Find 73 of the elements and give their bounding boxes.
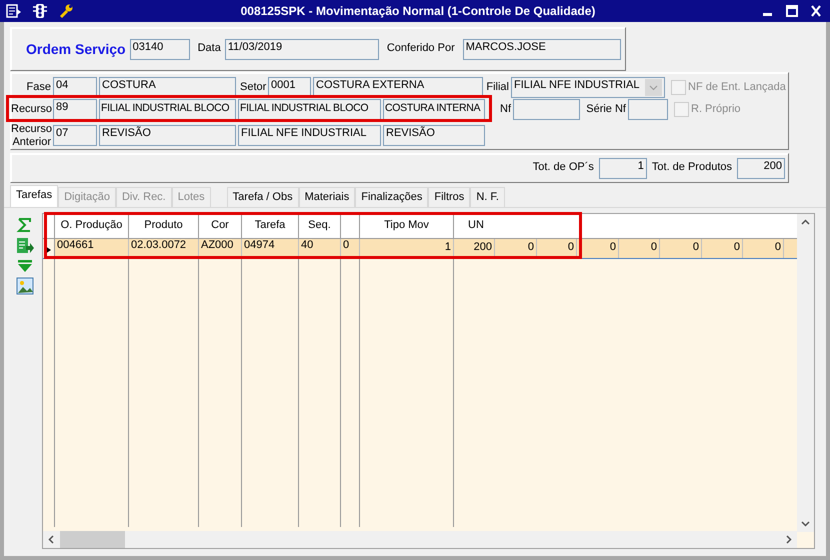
column-header[interactable]: Tipo Mov <box>360 214 454 238</box>
previous-resource-name-field[interactable]: REVISÃO <box>99 125 236 146</box>
column-header[interactable]: Seq. <box>299 214 341 238</box>
sector-label: Setor <box>240 80 266 94</box>
previous-resource-branch-field[interactable]: FILIAL NFE INDUSTRIAL <box>238 125 381 146</box>
table-cell: 0 <box>537 239 577 258</box>
row-pointer-icon <box>45 246 51 254</box>
table-cell: 1 <box>360 239 454 258</box>
ops-total-field[interactable]: 1 <box>598 158 647 178</box>
products-total-field[interactable]: 200 <box>737 158 785 178</box>
resource-branch-field[interactable]: FILIAL INDUSTRIAL BLOCO <box>238 99 381 120</box>
menu-icon[interactable] <box>6 3 22 19</box>
phase-label: Fase <box>26 80 51 94</box>
ops-total-label: Tot. de OP´s <box>532 161 594 175</box>
form-title: Ordem Serviço <box>26 40 126 58</box>
tab[interactable]: Finalizações <box>355 187 428 207</box>
chevron-icon <box>649 84 658 90</box>
resource-sector-field[interactable]: COSTURA INTERNA <box>383 99 485 120</box>
picture-icon[interactable] <box>16 277 34 295</box>
previous-resource-label: Recurso Anterior <box>11 123 51 148</box>
column-header[interactable]: Cor <box>199 214 242 238</box>
traffic-light-icon[interactable] <box>32 3 48 19</box>
column-header[interactable]: Produto <box>129 214 199 238</box>
wrench-icon[interactable] <box>58 3 74 19</box>
table-cell: 0 <box>743 239 784 258</box>
table-cell: 0 <box>341 239 360 258</box>
checked-by-field[interactable]: MARCOS.JOSE <box>462 38 621 60</box>
date-label: Data <box>198 42 221 56</box>
table-cell: 40 <box>299 239 341 258</box>
branch-label: Filial <box>485 80 509 94</box>
table-cell: 02.03.0072 <box>129 239 199 258</box>
previous-resource-sector-field[interactable]: REVISÃO <box>383 125 485 146</box>
down-arrow-icon[interactable] <box>16 259 34 273</box>
nf-series-field[interactable] <box>628 99 668 120</box>
table-cell: 004661 <box>55 239 129 258</box>
previous-resource-code-field[interactable]: 07 <box>53 125 97 146</box>
tab[interactable]: Tarefa / Obs <box>226 187 299 207</box>
scroll-thumb[interactable] <box>60 531 125 548</box>
window-title: 008125SPK - Movimentação Normal (1-Controle De Qualidade) <box>240 4 596 18</box>
table-cell: AZ000 <box>199 239 242 258</box>
tab[interactable]: Materiais <box>298 187 356 207</box>
resource-code-field[interactable]: 89 <box>53 99 97 120</box>
products-total-label: Tot. de Produtos <box>652 161 732 175</box>
nf-series-label: Série Nf <box>585 102 626 116</box>
horizontal-scrollbar[interactable] <box>43 531 797 548</box>
checked-by-label: Conferido Por <box>386 42 455 56</box>
table-cell: 200 <box>454 239 495 258</box>
resource-label: Recurso <box>11 102 51 116</box>
date-field[interactable]: 11/03/2019 <box>224 38 379 60</box>
table-cell: 04974 <box>242 239 299 258</box>
table-cell: 0 <box>660 239 702 258</box>
branch-value: FILIAL NFE INDUSTRIAL <box>514 79 641 93</box>
checkbox-label: NF de Ent. Lançada <box>688 80 786 94</box>
order-field[interactable]: 03140 <box>130 38 190 60</box>
tab[interactable]: N. F. <box>470 187 505 207</box>
column-header[interactable]: Tarefa <box>242 214 299 238</box>
nf-field[interactable] <box>513 99 580 120</box>
table-cell: 0 <box>495 239 537 258</box>
export-icon[interactable] <box>16 237 34 255</box>
column-header[interactable]: UN <box>454 214 495 238</box>
tab[interactable]: Filtros <box>428 187 470 207</box>
table-cell: 0 <box>619 239 660 258</box>
checkbox-label: R. Próprio <box>691 102 741 116</box>
resource-name-field[interactable]: FILIAL INDUSTRIAL BLOCO <box>99 99 236 120</box>
nf-label: Nf <box>499 102 511 116</box>
column-header[interactable]: O. Produção <box>55 214 129 238</box>
sigma-icon[interactable] <box>16 217 34 233</box>
tab[interactable]: Tarefas <box>10 185 58 207</box>
table-cell: 0 <box>577 239 619 258</box>
maximize-icon[interactable] <box>784 4 800 18</box>
vertical-scrollbar[interactable] <box>797 214 814 532</box>
close-icon[interactable] <box>808 4 824 18</box>
table-cell: 0 <box>702 239 743 258</box>
